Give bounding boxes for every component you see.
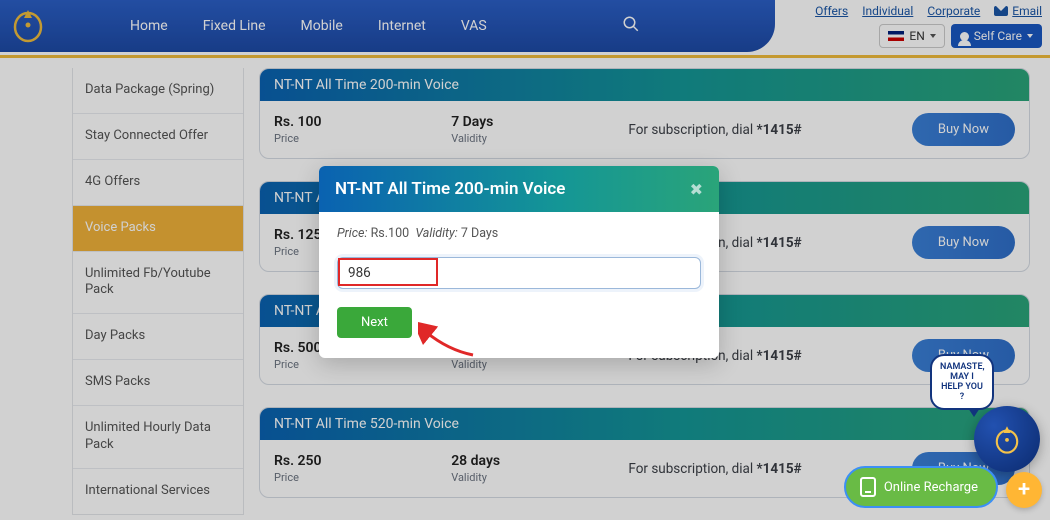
next-button[interactable]: Next	[337, 307, 412, 338]
recharge-label: Online Recharge	[884, 480, 978, 495]
modal-title: NT-NT All Time 200-min Voice	[335, 179, 565, 199]
close-icon[interactable]: ✖	[690, 180, 703, 199]
chat-button[interactable]	[974, 406, 1040, 472]
modal-meta: Price: Rs.100 Validity: 7 Days	[337, 226, 701, 241]
plus-icon: +	[1018, 479, 1030, 501]
annotation-arrow	[418, 320, 478, 364]
purchase-modal: NT-NT All Time 200-min Voice ✖ Price: Rs…	[319, 166, 719, 358]
phone-icon	[860, 477, 876, 497]
chat-bubble: NAMASTE, MAY I HELP YOU ?	[930, 354, 994, 410]
online-recharge-button[interactable]: Online Recharge	[844, 466, 998, 508]
add-button[interactable]: +	[1006, 472, 1042, 508]
phone-number-input[interactable]	[337, 257, 701, 289]
